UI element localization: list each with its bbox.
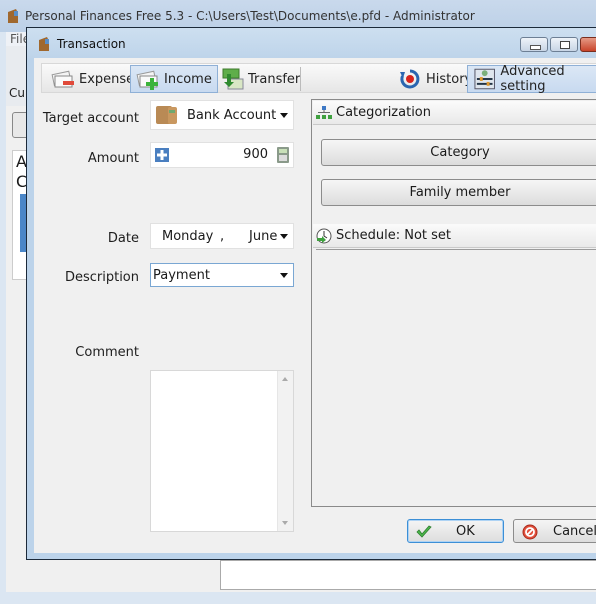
target-account-dropdown[interactable]: Bank Account bbox=[150, 100, 294, 130]
date-month[interactable]: June bbox=[249, 229, 277, 244]
date-separator: , bbox=[220, 229, 225, 244]
cancel-icon bbox=[522, 524, 538, 540]
tab-transfer-label: Transfer bbox=[248, 71, 301, 87]
toolbar-separator bbox=[300, 67, 301, 91]
settings-sliders-icon bbox=[474, 68, 495, 90]
expense-icon bbox=[51, 70, 74, 88]
advanced-settings-panel: Categorization Category Family member Sc… bbox=[311, 99, 596, 507]
chevron-down-icon[interactable] bbox=[280, 234, 288, 239]
comment-scrollbar[interactable] bbox=[277, 371, 293, 531]
dialog-title: Transaction bbox=[57, 37, 126, 51]
chevron-down-icon[interactable] bbox=[280, 273, 288, 278]
family-member-label: Family member bbox=[409, 185, 511, 200]
tab-income-label: Income bbox=[164, 71, 212, 87]
cancel-button[interactable]: Cancel bbox=[513, 519, 596, 543]
scroll-down-icon[interactable] bbox=[282, 521, 288, 525]
description-combobox[interactable]: Payment bbox=[150, 263, 294, 287]
wallet-app-icon bbox=[8, 9, 18, 23]
amount-value[interactable]: 900 bbox=[243, 147, 268, 162]
categorization-header[interactable]: Categorization bbox=[313, 101, 596, 125]
transfer-icon bbox=[222, 68, 244, 90]
comment-textarea[interactable] bbox=[150, 370, 294, 532]
transaction-type-toolbar: Expense Income Transfer History Advanced… bbox=[41, 63, 596, 94]
lower-panel bbox=[220, 560, 596, 590]
chevron-down-icon bbox=[280, 113, 288, 118]
income-icon bbox=[136, 70, 158, 90]
tab-income[interactable]: Income bbox=[130, 65, 218, 93]
tab-transfer[interactable]: Transfer bbox=[214, 65, 306, 93]
dialog-titlebar[interactable]: Transaction bbox=[27, 28, 596, 58]
date-picker[interactable]: Monday , June bbox=[150, 223, 294, 249]
wallet-icon bbox=[39, 37, 49, 51]
tab-expense[interactable]: Expense bbox=[45, 65, 140, 93]
schedule-header[interactable]: Schedule: Not set bbox=[313, 224, 596, 248]
minimize-button[interactable] bbox=[520, 37, 548, 52]
checkmark-icon bbox=[416, 525, 432, 538]
scroll-up-icon[interactable] bbox=[282, 377, 288, 381]
schedule-label: Schedule: Not set bbox=[336, 228, 452, 243]
description-label: Description bbox=[64, 270, 139, 285]
amount-field[interactable]: 900 bbox=[150, 142, 294, 168]
hierarchy-icon bbox=[316, 105, 332, 119]
ok-label: OK bbox=[456, 524, 475, 539]
history-icon bbox=[400, 69, 420, 89]
schedule-divider bbox=[316, 249, 596, 250]
history-button[interactable]: History bbox=[392, 65, 478, 93]
target-account-value: Bank Account bbox=[187, 107, 277, 123]
amount-label: Amount bbox=[87, 151, 139, 166]
date-day[interactable]: Monday bbox=[162, 229, 213, 244]
calculator-icon[interactable] bbox=[277, 147, 289, 163]
history-label: History bbox=[426, 71, 473, 87]
category-dropdown[interactable]: Category bbox=[321, 139, 596, 166]
app-title: Personal Finances Free 5.3 - C:\Users\Te… bbox=[25, 9, 475, 23]
tab-expense-label: Expense bbox=[79, 71, 135, 87]
ok-button[interactable]: OK bbox=[407, 519, 504, 543]
description-value[interactable]: Payment bbox=[153, 268, 210, 283]
cancel-label: Cancel bbox=[553, 524, 596, 539]
plus-sign-icon[interactable] bbox=[155, 148, 169, 162]
comment-label: Comment bbox=[75, 345, 139, 360]
close-button[interactable] bbox=[580, 37, 596, 52]
family-member-dropdown[interactable]: Family member bbox=[321, 179, 596, 206]
date-label: Date bbox=[107, 231, 139, 246]
advanced-settings-button[interactable]: Advanced setting bbox=[467, 64, 596, 94]
maximize-button[interactable] bbox=[550, 37, 578, 52]
categorization-title: Categorization bbox=[336, 105, 431, 120]
advanced-settings-label: Advanced setting bbox=[500, 64, 565, 94]
dialog-content: Expense Income Transfer History Advanced… bbox=[34, 58, 596, 553]
transaction-dialog: Transaction Expense Income Transfer Hist… bbox=[26, 27, 596, 560]
category-label: Category bbox=[430, 145, 490, 160]
target-account-label: Target account bbox=[42, 111, 139, 126]
schedule-clock-icon bbox=[316, 228, 332, 243]
bank-account-icon bbox=[156, 106, 177, 124]
